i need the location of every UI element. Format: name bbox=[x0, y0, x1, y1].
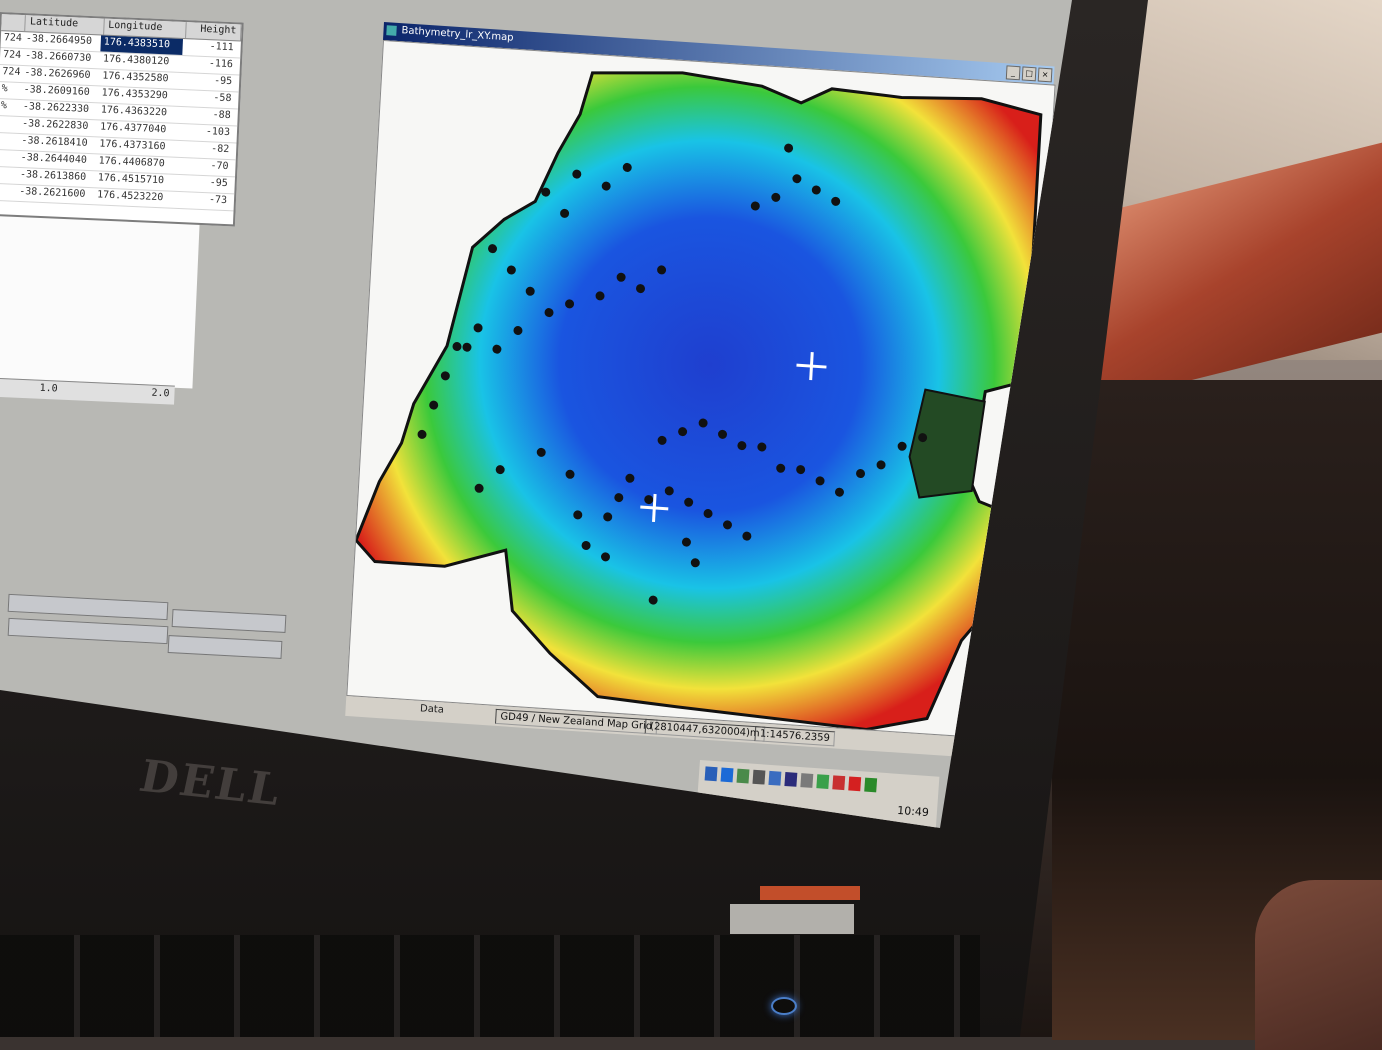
latitude-cell[interactable]: -38.2644040 bbox=[17, 151, 96, 170]
latitude-cell[interactable]: -38.2621600 bbox=[16, 185, 95, 204]
tray-icons bbox=[704, 766, 878, 793]
height-cell[interactable]: -88 bbox=[179, 107, 234, 125]
network-icon[interactable] bbox=[736, 768, 750, 784]
latitude-cell[interactable]: -38.2664950 bbox=[22, 32, 101, 51]
system-tray: 10:49 bbox=[696, 760, 940, 828]
longitude-cell[interactable]: 176.4523220 bbox=[94, 188, 177, 208]
latitude-cell[interactable]: -38.2613860 bbox=[17, 168, 96, 187]
height-cell[interactable]: -73 bbox=[176, 192, 231, 210]
antivirus-icon[interactable] bbox=[832, 775, 846, 791]
height-cell[interactable]: -70 bbox=[177, 158, 232, 176]
display-icon[interactable] bbox=[752, 769, 766, 785]
minimized-window[interactable] bbox=[7, 593, 169, 621]
n-icon[interactable] bbox=[848, 776, 862, 792]
row-id[interactable]: % bbox=[0, 82, 21, 99]
data-label: Data bbox=[419, 703, 445, 716]
laptop-bezel: Latitude Longitude Height 724 -38.2664950… bbox=[0, 0, 1148, 1037]
ruler-tick: 1.0 bbox=[39, 382, 58, 395]
ruler-tick: 2.0 bbox=[151, 387, 170, 400]
close-button[interactable]: × bbox=[1037, 67, 1053, 83]
row-id[interactable] bbox=[0, 116, 19, 133]
table-empty-pane bbox=[0, 210, 200, 389]
row-id[interactable]: 724 bbox=[0, 48, 22, 65]
map-window-title: Bathymetry_lr_XY.map bbox=[401, 25, 514, 44]
latitude-cell[interactable]: -38.2622330 bbox=[19, 100, 98, 119]
monitor-icon[interactable] bbox=[784, 771, 798, 787]
height-cell[interactable]: -82 bbox=[178, 141, 233, 159]
row-id[interactable] bbox=[0, 167, 17, 184]
wireless-icon[interactable] bbox=[768, 770, 782, 786]
height-cell[interactable]: -111 bbox=[182, 39, 237, 57]
minimized-window[interactable] bbox=[7, 617, 169, 645]
flag-icon[interactable] bbox=[864, 777, 878, 793]
laptop-screen: Latitude Longitude Height 724 -38.2664950… bbox=[0, 0, 1072, 828]
column-header-height[interactable]: Height bbox=[185, 22, 242, 41]
row-id[interactable]: 724 bbox=[0, 65, 22, 82]
person-thumb bbox=[1255, 880, 1382, 1050]
table-body: 724 -38.2664950 176.4383510 -111 724 -38.2660… bbox=[0, 31, 241, 212]
minimize-button[interactable]: _ bbox=[1005, 65, 1021, 81]
map-file-icon bbox=[386, 25, 397, 36]
column-header-latitude[interactable]: Latitude bbox=[25, 15, 105, 35]
latitude-cell[interactable]: -38.2609160 bbox=[20, 83, 99, 102]
latitude-cell[interactable]: -38.2626960 bbox=[21, 66, 100, 85]
bathymetry-map[interactable] bbox=[347, 41, 1054, 740]
data-table-window: Latitude Longitude Height 724 -38.2664950… bbox=[0, 12, 244, 227]
map-window: Bathymetry_lr_XY.map _ □ × GD49 / New Ze… bbox=[345, 22, 1072, 767]
shield-icon[interactable] bbox=[704, 766, 718, 782]
volume-icon[interactable] bbox=[800, 773, 814, 788]
bluetooth-icon[interactable] bbox=[720, 767, 734, 783]
height-cell[interactable]: -95 bbox=[176, 175, 231, 193]
sync-icon[interactable] bbox=[816, 774, 830, 790]
row-id[interactable] bbox=[0, 184, 16, 201]
scale-readout: 1:14576.2359 bbox=[754, 726, 836, 747]
row-id[interactable]: 724 bbox=[0, 31, 23, 48]
map-canvas[interactable] bbox=[346, 39, 1056, 741]
tray-clock[interactable]: 10:49 bbox=[897, 804, 930, 819]
laptop-latch bbox=[760, 886, 860, 900]
row-id[interactable] bbox=[0, 133, 19, 150]
laptop-hinge bbox=[730, 904, 854, 934]
keyboard bbox=[0, 935, 980, 1037]
minimized-window[interactable] bbox=[171, 609, 287, 633]
laptop-logo: DELL bbox=[135, 751, 287, 816]
minimized-window[interactable] bbox=[167, 635, 283, 659]
maximize-button[interactable]: □ bbox=[1021, 66, 1037, 82]
power-icon bbox=[771, 997, 797, 1015]
coordinate-readout: (2810447,6320004)m bbox=[644, 718, 766, 742]
row-id[interactable] bbox=[0, 150, 18, 167]
height-cell[interactable]: -103 bbox=[179, 124, 234, 142]
height-cell[interactable]: -95 bbox=[181, 73, 236, 91]
latitude-cell[interactable]: -38.2618410 bbox=[18, 134, 97, 153]
row-id[interactable]: % bbox=[0, 99, 20, 116]
row-id-header bbox=[1, 14, 27, 32]
height-cell[interactable]: -58 bbox=[180, 90, 235, 108]
latitude-cell[interactable]: -38.2660730 bbox=[22, 49, 101, 68]
latitude-cell[interactable]: -38.2622830 bbox=[19, 117, 98, 136]
height-cell[interactable]: -116 bbox=[182, 56, 237, 74]
